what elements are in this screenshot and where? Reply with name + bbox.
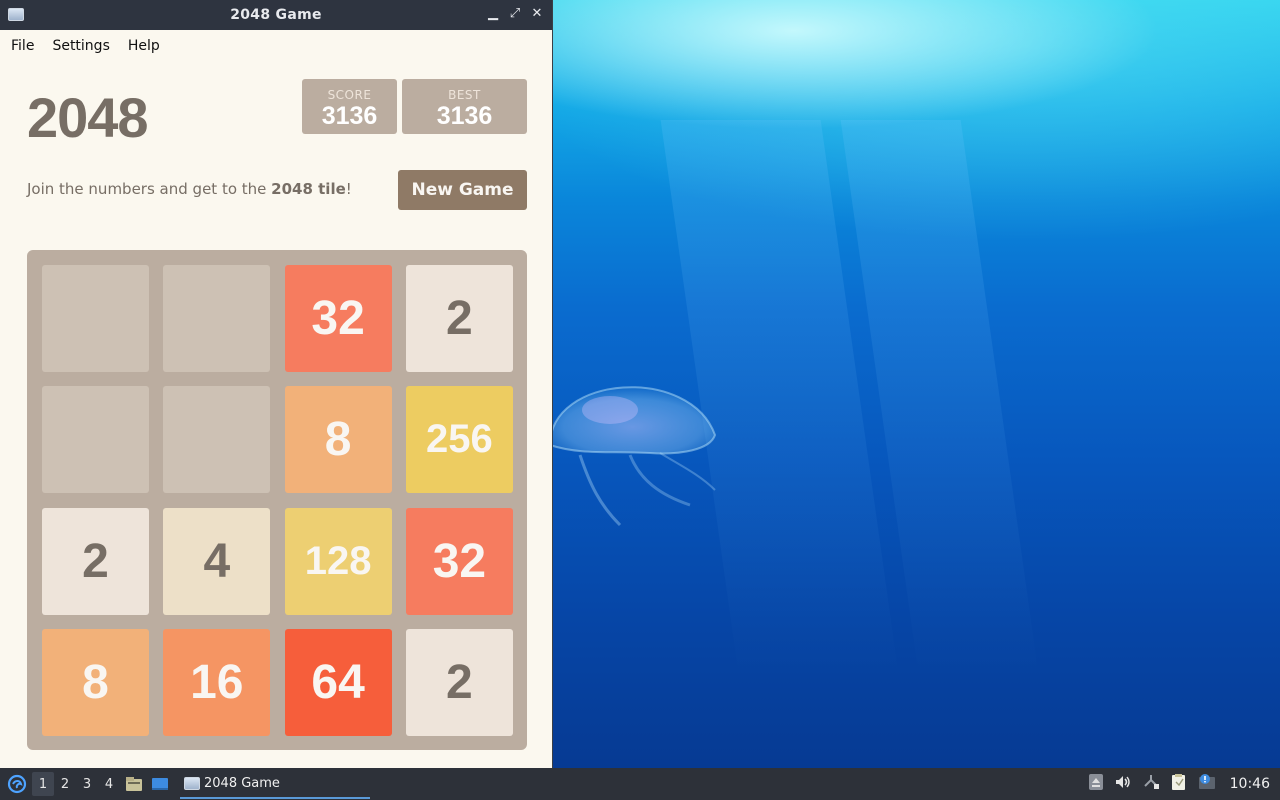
taskbar-task-2048[interactable]: 2048 Game: [180, 769, 370, 799]
maximize-icon[interactable]: ⤢: [508, 6, 522, 22]
volume-icon[interactable]: [1114, 774, 1132, 794]
clock[interactable]: 10:46: [1230, 776, 1270, 792]
score-value: 3136: [321, 102, 378, 130]
tile-8: 8: [284, 386, 392, 494]
show-desktop-icon[interactable]: [148, 772, 172, 796]
window-app-icon: [8, 8, 24, 21]
best-score-box: BEST 3136: [402, 79, 527, 134]
intro-suffix: !: [345, 180, 352, 198]
tile-2: 2: [405, 628, 513, 736]
start-menu-icon: [7, 774, 27, 794]
network-icon[interactable]: [1142, 774, 1160, 794]
menubar: File Settings Help: [0, 30, 552, 60]
workspace-1[interactable]: 1: [32, 772, 54, 796]
empty-cell: [163, 265, 271, 372]
tile-32: 32: [405, 507, 513, 615]
workspace-2[interactable]: 2: [54, 772, 76, 796]
best-label: BEST: [448, 88, 481, 102]
clipboard-icon[interactable]: [1170, 773, 1188, 795]
tile-2: 2: [405, 265, 513, 372]
menu-help[interactable]: Help: [121, 34, 167, 56]
window-title: 2048 Game: [230, 7, 322, 23]
system-tray: 10:46: [1088, 768, 1280, 800]
notification-icon[interactable]: [1198, 773, 1216, 795]
menu-settings[interactable]: Settings: [45, 34, 116, 56]
tile-2: 2: [42, 507, 149, 615]
game-window: 2048 Game ▁ ⤢ ✕ File Settings Help 2048 …: [0, 0, 553, 768]
tile-32: 32: [284, 265, 392, 372]
game-title: 2048: [27, 86, 149, 149]
tile-64: 64: [284, 628, 392, 736]
tile-8: 8: [42, 628, 149, 736]
eject-icon[interactable]: [1088, 773, 1104, 795]
workspace-3[interactable]: 3: [76, 772, 98, 796]
tile-16: 16: [163, 628, 271, 736]
score-label: SCORE: [327, 88, 372, 102]
window-titlebar[interactable]: 2048 Game ▁ ⤢ ✕: [0, 0, 552, 30]
empty-cell: [163, 386, 271, 494]
intro-text: Join the numbers and get to the 2048 til…: [27, 180, 352, 198]
new-game-button[interactable]: New Game: [398, 170, 527, 210]
empty-cell: [42, 265, 149, 372]
best-value: 3136: [436, 102, 493, 130]
tile-4: 4: [163, 507, 271, 615]
task-label: 2048 Game: [204, 775, 280, 791]
tile-256: 256: [405, 386, 513, 494]
intro-prefix: Join the numbers and get to the: [27, 180, 272, 198]
jellyfish-image: [548, 386, 717, 527]
intro-bold: 2048 tile: [271, 180, 346, 198]
workspace-4[interactable]: 4: [98, 772, 120, 796]
close-icon[interactable]: ✕: [530, 6, 544, 22]
game-board[interactable]: 32 2 8 256 2 4 128 32 8 16 64 2: [27, 250, 527, 750]
tile-128: 128: [284, 507, 392, 615]
file-manager-icon[interactable]: [122, 772, 146, 796]
taskbar: 1 2 3 4 2048 Game 10:46: [0, 768, 1280, 800]
menu-file[interactable]: File: [4, 34, 41, 56]
minimize-icon[interactable]: ▁: [486, 6, 500, 22]
score-box: SCORE 3136: [302, 79, 397, 134]
start-menu-button[interactable]: [2, 768, 32, 800]
task-app-icon: [184, 776, 200, 790]
empty-cell: [42, 386, 149, 494]
